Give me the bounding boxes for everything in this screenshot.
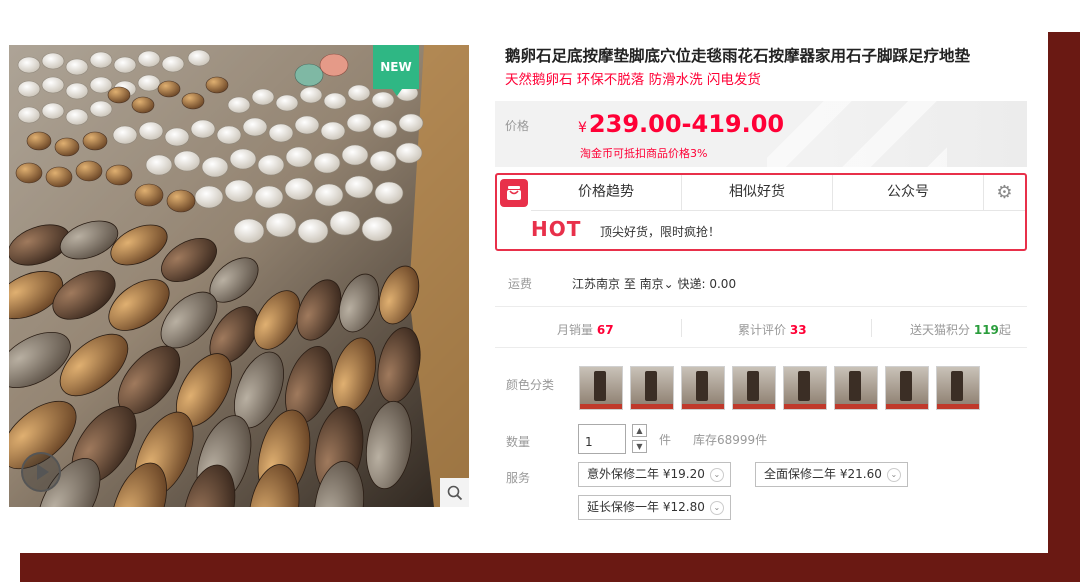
monthly-sales-label: 月销量 [557, 323, 594, 337]
gear-icon[interactable]: ⚙ [984, 175, 1025, 211]
tmall-points-suffix: 起 [998, 323, 1011, 337]
review-count[interactable]: 累计评价 33 [738, 321, 807, 338]
price-value: ¥239.00-419.00 [578, 110, 784, 138]
chevron-down-icon: ⌄ [886, 467, 901, 482]
service-price: ¥12.80 [662, 500, 705, 514]
price-panel: 价格 ¥239.00-419.00 淘金币可抵扣商品价格3% [495, 101, 1027, 167]
service-label: 服务 [506, 471, 531, 485]
review-count-value: 33 [789, 323, 807, 337]
color-swatch[interactable] [579, 366, 623, 410]
price-label: 价格 [505, 119, 530, 133]
stat-divider [871, 319, 872, 337]
service-option-extended-1yr[interactable]: 延长保修一年 ¥12.80 ⌄ [578, 495, 731, 520]
service-name: 意外保修二年 [587, 467, 660, 481]
service-option-full-2yr[interactable]: 全面保修二年 ¥21.60 ⌄ [755, 462, 908, 487]
coin-discount-note: 淘金币可抵扣商品价格3% [580, 147, 708, 160]
hot-promo-text[interactable]: 顶尖好货，限时疯抢！ [600, 223, 720, 240]
quantity-increment-button[interactable]: ▲ [632, 424, 647, 437]
shipping-destination-select[interactable]: 江苏南京 至 南京⌄ 快递: 0.00 [572, 275, 736, 292]
background-frame-right [1048, 32, 1080, 582]
quantity-input[interactable]: 1 [578, 424, 626, 454]
shipping-label: 运费 [508, 277, 533, 291]
chevron-down-icon: ⌄ [709, 467, 724, 482]
service-name: 全面保修二年 [764, 467, 837, 481]
color-swatch[interactable] [630, 366, 674, 410]
chevron-down-icon: ⌄ [709, 500, 724, 515]
quantity-unit: 件 [659, 433, 672, 447]
price-range: 239.00-419.00 [588, 110, 785, 138]
quantity-decrement-button[interactable]: ▼ [632, 440, 647, 453]
plugin-logo-icon[interactable] [500, 179, 528, 207]
new-badge: NEW [373, 45, 419, 96]
service-option-accidental-2yr[interactable]: 意外保修二年 ¥19.20 ⌄ [578, 462, 731, 487]
tab-official-account[interactable]: 公众号 [833, 175, 984, 211]
product-subtitle: 天然鹅卵石 环保不脱落 防滑水洗 闪电发货 [505, 72, 761, 88]
color-label: 颜色分类 [506, 378, 555, 392]
tmall-points-value: 119 [973, 323, 999, 337]
magnifier-glyph [447, 485, 462, 500]
play-icon[interactable] [21, 452, 61, 492]
stock-count: 库存68999件 [693, 433, 768, 447]
product-main-image[interactable]: NEW [9, 45, 469, 507]
tmall-points-label: 送天猫积分 [910, 323, 971, 337]
color-swatch[interactable] [936, 366, 980, 410]
pebble-mat-photo [9, 45, 469, 507]
basket-glyph [507, 186, 521, 200]
review-count-label: 累计评价 [738, 323, 787, 337]
color-swatch[interactable] [834, 366, 878, 410]
service-name: 延长保修一年 [587, 500, 660, 514]
monthly-sales: 月销量 67 [557, 321, 614, 338]
tmall-points: 送天猫积分 119起 [910, 321, 1011, 338]
tab-price-trend[interactable]: 价格趋势 [531, 175, 682, 211]
price-helper-plugin: 价格趋势 相似好货 公众号 ⚙ HOT 顶尖好货，限时疯抢！ [495, 173, 1027, 251]
color-swatch[interactable] [732, 366, 776, 410]
price-panel-decoration [767, 101, 947, 167]
tab-similar-goods[interactable]: 相似好货 [682, 175, 833, 211]
color-swatch[interactable] [885, 366, 929, 410]
color-swatch[interactable] [783, 366, 827, 410]
service-price: ¥21.60 [839, 467, 882, 481]
color-swatch[interactable] [681, 366, 725, 410]
divider [495, 306, 1027, 307]
background-frame-bottom [20, 553, 1080, 582]
stat-divider [681, 319, 682, 337]
hot-label: HOT [531, 217, 582, 241]
quantity-label: 数量 [506, 435, 531, 449]
search-icon[interactable] [440, 478, 469, 507]
service-price: ¥19.20 [662, 467, 705, 481]
divider [495, 347, 1027, 348]
product-title: 鹅卵石足底按摩垫脚底穴位走毯雨花石按摩器家用石子脚踩足疗地垫 [505, 47, 971, 65]
currency-symbol: ¥ [578, 120, 587, 136]
monthly-sales-count: 67 [596, 323, 614, 337]
